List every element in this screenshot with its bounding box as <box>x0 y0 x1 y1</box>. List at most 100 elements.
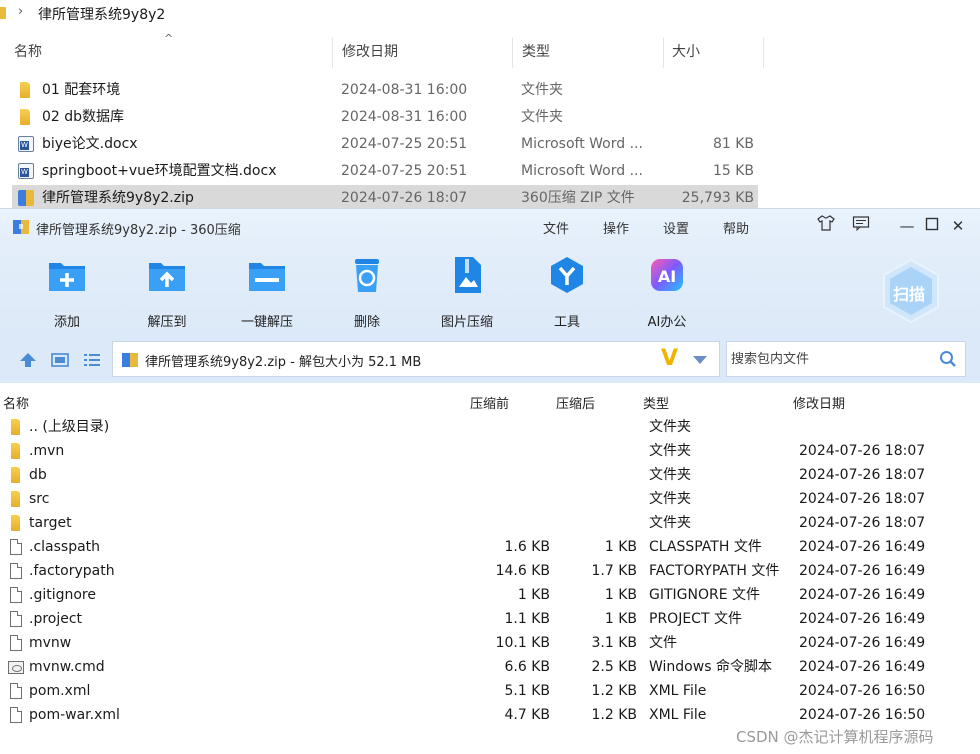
column-divider[interactable] <box>512 38 513 68</box>
archive-row[interactable]: target 文件夹 2024-07-26 18:07 <box>0 511 980 535</box>
entry-modified: 2024-07-26 18:07 <box>799 467 926 483</box>
folder-icon <box>11 443 20 459</box>
file-size: 15 KB <box>712 163 754 179</box>
close-icon[interactable]: ✕ <box>946 215 970 237</box>
extract-to-button[interactable]: 解压到 <box>132 255 202 330</box>
entry-modified: 2024-07-26 16:49 <box>799 539 926 555</box>
column-divider[interactable] <box>332 38 333 68</box>
chevron-right-icon[interactable]: › <box>18 4 23 19</box>
menu-file[interactable]: 文件 <box>543 218 569 237</box>
entry-modified: 2024-07-26 16:49 <box>799 659 926 675</box>
archive-path-field[interactable]: 律所管理系统9y8y2.zip - 解包大小为 52.1 MB V <box>112 341 720 377</box>
entry-modified: 2024-07-26 16:50 <box>799 683 926 699</box>
search-icon[interactable] <box>939 350 957 368</box>
breadcrumb-current[interactable]: 律所管理系统9y8y2 <box>38 4 165 24</box>
maximize-icon[interactable] <box>920 215 944 237</box>
entry-type: 文件夹 <box>649 419 691 435</box>
zip-titlebar[interactable]: 律所管理系统9y8y2.zip - 360压缩 文件 操作 设置 帮助 — ✕ <box>0 209 980 245</box>
column-type[interactable]: 类型 <box>522 36 550 68</box>
minimize-icon[interactable]: — <box>895 215 919 237</box>
entry-size-after: 2.5 KB <box>591 659 638 675</box>
explorer-row[interactable]: springboot+vue环境配置文档.docx 2024-07-25 20:5… <box>12 158 758 185</box>
entry-modified: 2024-07-26 18:07 <box>799 443 926 459</box>
file-type: 文件夹 <box>521 109 563 125</box>
archive-row[interactable]: pom-war.xml 4.7 KB 1.2 KB XML File 2024-07-2… <box>0 703 980 727</box>
archive-row[interactable]: .gitignore 1 KB 1 KB GITIGNORE 文件 2024-07-26… <box>0 583 980 607</box>
svg-text:AI: AI <box>658 267 676 286</box>
explorer-column-header: ^ 名称 修改日期 类型 大小 <box>0 32 765 68</box>
tools-label: 工具 <box>553 315 580 330</box>
entry-size-before <box>450 415 550 439</box>
entry-size-after: 1.7 KB <box>591 563 638 579</box>
feedback-icon[interactable] <box>849 215 873 237</box>
one-click-extract-button[interactable]: 一键解压 <box>232 255 302 330</box>
column-modified[interactable]: 修改日期 <box>342 36 398 68</box>
entry-size-before: 6.6 KB <box>504 659 551 675</box>
entry-size-after <box>537 511 637 535</box>
file-modified: 2024-07-25 20:51 <box>341 136 468 152</box>
entry-name: mvnw <box>29 635 72 651</box>
image-compress-button[interactable]: 图片压缩 <box>432 255 502 330</box>
col-before[interactable]: 压缩前 <box>470 393 509 412</box>
menu-operate[interactable]: 操作 <box>603 218 629 237</box>
file-modified: 2024-08-31 16:00 <box>341 82 468 98</box>
entry-size-after <box>537 487 637 511</box>
add-button[interactable]: 添加 <box>32 255 102 330</box>
archive-row[interactable]: src 文件夹 2024-07-26 18:07 <box>0 487 980 511</box>
folder-icon <box>11 467 20 483</box>
entry-size-after <box>537 439 637 463</box>
archive-row[interactable]: db 文件夹 2024-07-26 18:07 <box>0 463 980 487</box>
folder-icon <box>20 109 30 125</box>
tools-button[interactable]: 工具 <box>532 255 602 330</box>
column-name[interactable]: 名称 <box>14 36 42 68</box>
archive-row[interactable]: .project 1.1 KB 1 KB PROJECT 文件 2024-07-26 1… <box>0 607 980 631</box>
col-name[interactable]: 名称 <box>3 393 29 412</box>
dropdown-arrow-icon[interactable] <box>693 356 707 364</box>
menu-help[interactable]: 帮助 <box>723 218 749 237</box>
zip-archive-icon <box>18 190 34 206</box>
entry-name: src <box>29 491 50 507</box>
archive-row[interactable]: mvnw 10.1 KB 3.1 KB 文件 2024-07-26 16:49 <box>0 631 980 655</box>
entry-size-before <box>450 487 550 511</box>
skin-shirt-icon[interactable] <box>814 215 838 237</box>
thumbnail-view-icon[interactable] <box>50 351 70 369</box>
col-modified[interactable]: 修改日期 <box>793 393 845 412</box>
folder-icon <box>20 82 30 98</box>
entry-size-after <box>537 463 637 487</box>
explorer-row[interactable]: 01 配套环境 2024-08-31 16:00 文件夹 <box>12 77 758 104</box>
entry-size-before <box>450 463 550 487</box>
ai-office-button[interactable]: AI AI办公 <box>632 255 702 330</box>
entry-size-before: 4.7 KB <box>504 707 551 723</box>
entry-type: CLASSPATH 文件 <box>649 539 762 555</box>
list-view-icon[interactable] <box>82 351 102 369</box>
col-type[interactable]: 类型 <box>643 393 669 412</box>
archive-row[interactable]: mvnw.cmd 6.6 KB 2.5 KB Windows 命令脚本 2024-07-… <box>0 655 980 679</box>
archive-row[interactable]: .. (上级目录) 文件夹 <box>0 415 980 439</box>
archive-row[interactable]: pom.xml 5.1 KB 1.2 KB XML File 2024-07-26 16… <box>0 679 980 703</box>
entry-name: .project <box>29 611 83 627</box>
menu-settings[interactable]: 设置 <box>663 218 689 237</box>
up-arrow-icon[interactable] <box>18 351 38 369</box>
entry-size-after: 3.1 KB <box>591 635 638 651</box>
column-divider[interactable] <box>663 38 664 68</box>
entry-modified: 2024-07-26 16:50 <box>799 707 926 723</box>
archive-row[interactable]: .mvn 文件夹 2024-07-26 18:07 <box>0 439 980 463</box>
archive-row[interactable]: .classpath 1.6 KB 1 KB CLASSPATH 文件 2024-07-… <box>0 535 980 559</box>
column-divider[interactable] <box>763 38 764 68</box>
watermark: CSDN @杰记计算机程序源码 <box>736 728 934 746</box>
explorer-row[interactable]: biye论文.docx 2024-07-25 20:51 Microsoft Wor… <box>12 131 758 158</box>
v-logo-icon[interactable]: V <box>661 346 678 371</box>
search-input[interactable] <box>727 342 927 376</box>
scan-button[interactable]: 扫描 <box>880 257 942 325</box>
search-box <box>726 341 966 377</box>
column-size[interactable]: 大小 <box>672 36 700 68</box>
file-name: biye论文.docx <box>42 136 138 152</box>
sort-ascending-icon: ^ <box>164 32 174 45</box>
explorer-row[interactable]: 02 db数据库 2024-08-31 16:00 文件夹 <box>12 104 758 131</box>
entry-size-after: 1.2 KB <box>591 707 638 723</box>
delete-button[interactable]: 删除 <box>332 255 402 330</box>
entry-type: 文件夹 <box>649 443 691 459</box>
entry-size-before: 1 KB <box>517 587 550 603</box>
archive-row[interactable]: .factorypath 14.6 KB 1.7 KB FACTORYPATH 文件 2… <box>0 559 980 583</box>
col-after[interactable]: 压缩后 <box>556 393 595 412</box>
